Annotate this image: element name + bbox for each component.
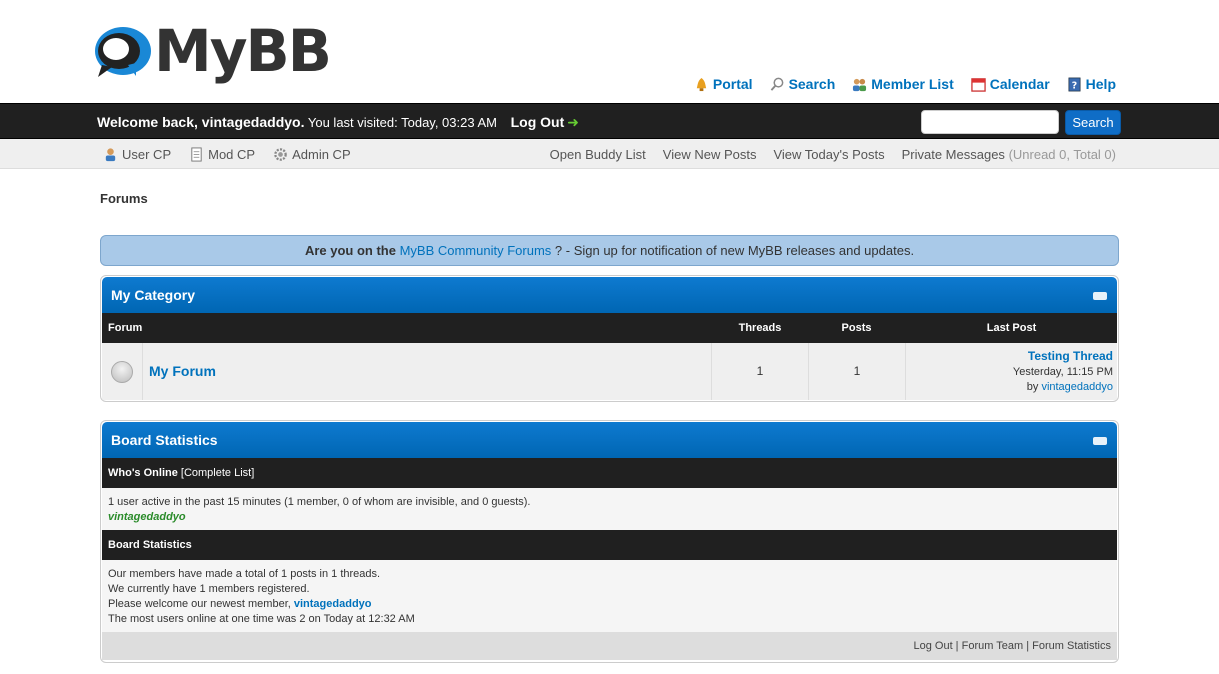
category-title[interactable]: My Category xyxy=(111,287,195,303)
last-visited: You last visited: Today, 03:23 AM xyxy=(307,115,497,130)
last-post-author[interactable]: vintagedaddyo xyxy=(1041,381,1113,393)
forum-name-cell: My Forum xyxy=(142,343,711,400)
col-posts: Posts xyxy=(841,322,872,334)
board-stats-subheader: Board Statistics xyxy=(102,530,1117,560)
quick-links: Open Buddy List View New Posts View Toda… xyxy=(550,147,1116,162)
search-icon xyxy=(770,77,783,91)
menu-portal-label: Portal xyxy=(712,76,753,92)
header: MyBB Portal Search Member List Calendar … xyxy=(0,0,1219,103)
col-threads: Threads xyxy=(738,322,782,334)
menu-calendar[interactable]: Calendar xyxy=(971,76,1050,92)
user-icon xyxy=(105,148,116,162)
stats-line-record: The most users online at one time was 2 … xyxy=(108,613,415,625)
menu-member-list-label: Member List xyxy=(871,76,954,92)
cp-links: User CP Mod CP Admin CP xyxy=(103,147,351,162)
category-header: My Category xyxy=(102,277,1117,313)
logout-label: Log Out xyxy=(510,114,565,130)
stats-title: Board Statistics xyxy=(111,432,218,448)
notice-suffix: ? - Sign up for notification of new MyBB… xyxy=(554,243,915,258)
footer-logout-link[interactable]: Log Out xyxy=(913,640,952,652)
complete-list-link[interactable]: [Complete List] xyxy=(181,467,254,479)
secondary-nav: User CP Mod CP Admin CP Open Buddy List … xyxy=(0,139,1219,169)
whos-online-header: Who's Online [Complete List] xyxy=(102,458,1117,488)
gear-icon xyxy=(274,148,287,161)
notice-link[interactable]: MyBB Community Forums xyxy=(400,243,552,258)
newest-member-link[interactable]: vintagedaddyo xyxy=(294,598,372,610)
stats-line-posts: Our members have made a total of 1 posts… xyxy=(108,568,381,580)
svg-text:?: ? xyxy=(1071,80,1076,91)
pm-counts: (Unread 0, Total 0) xyxy=(1008,147,1116,162)
mod-cp-label: Mod CP xyxy=(208,147,256,162)
logo-icon xyxy=(92,21,152,81)
top-menu: Portal Search Member List Calendar ? Hel… xyxy=(694,76,1116,92)
forum-status-icon xyxy=(111,360,133,383)
collapse-icon[interactable] xyxy=(1093,292,1107,300)
open-buddy-list-link[interactable]: Open Buddy List xyxy=(550,147,646,162)
search-input[interactable] xyxy=(921,110,1059,134)
stats-header: Board Statistics xyxy=(102,422,1117,458)
arrow-right-icon: ➜ xyxy=(567,114,579,130)
last-post-by: by xyxy=(1026,381,1039,393)
posts-count: 1 xyxy=(808,343,905,400)
collapse-icon[interactable] xyxy=(1093,437,1107,445)
notice-prefix: Are you on the xyxy=(304,243,396,258)
welcome-text: Welcome back, vintagedaddyo. You last vi… xyxy=(97,114,579,131)
forum-name-link[interactable]: My Forum xyxy=(149,363,216,379)
stats-line-members: We currently have 1 members registered. xyxy=(108,583,310,595)
last-post-cell: Testing Thread Yesterday, 11:15 PM by vi… xyxy=(905,343,1118,400)
breadcrumb[interactable]: Forums xyxy=(100,191,148,206)
menu-search-label: Search xyxy=(788,76,836,92)
user-cp-link[interactable]: User CP xyxy=(103,147,171,162)
notice-banner: Are you on the MyBB Community Forums ? -… xyxy=(100,235,1119,266)
menu-member-list[interactable]: Member List xyxy=(852,76,954,92)
logo[interactable]: MyBB xyxy=(92,16,332,86)
online-summary: 1 user active in the past 15 minutes (1 … xyxy=(108,496,531,508)
mod-cp-link[interactable]: Mod CP xyxy=(189,147,255,162)
menu-help[interactable]: ? Help xyxy=(1067,76,1116,92)
stats-line-newest: Please welcome our newest member, xyxy=(108,598,291,610)
whos-online-body: 1 user active in the past 15 minutes (1 … xyxy=(102,488,1117,530)
menu-help-label: Help xyxy=(1085,76,1116,92)
logout-link[interactable]: Log Out ➜ xyxy=(511,114,579,130)
view-new-posts-link[interactable]: View New Posts xyxy=(663,147,757,162)
admin-cp-label: Admin CP xyxy=(292,147,351,162)
menu-calendar-label: Calendar xyxy=(989,76,1050,92)
pm-label: Private Messages xyxy=(901,147,1005,162)
forum-status-cell xyxy=(102,343,142,400)
last-post-time: Yesterday, 11:15 PM xyxy=(1012,366,1113,378)
board-stats-body: Our members have made a total of 1 posts… xyxy=(102,560,1117,632)
threads-count: 1 xyxy=(711,343,808,400)
menu-portal[interactable]: Portal xyxy=(694,76,753,92)
logo-text: MyBB xyxy=(154,17,332,85)
table-row: My Forum 1 1 Testing Thread Yesterday, 1… xyxy=(102,343,1117,400)
footer-forum-statistics-link[interactable]: Forum Statistics xyxy=(1032,640,1111,652)
stats-footer: Log Out | Forum Team | Forum Statistics xyxy=(102,632,1117,660)
col-forum: Forum xyxy=(108,322,143,334)
whos-online-label: Who's Online xyxy=(108,467,178,479)
user-panel: Welcome back, vintagedaddyo. You last vi… xyxy=(0,103,1219,139)
category-columns: Forum Threads Posts Last Post xyxy=(102,313,1117,343)
members-icon xyxy=(853,78,867,91)
portal-icon xyxy=(696,77,707,91)
col-last-post: Last Post xyxy=(986,322,1037,334)
calendar-icon xyxy=(971,77,986,92)
online-user-link[interactable]: vintagedaddyo xyxy=(108,511,186,523)
help-icon: ? xyxy=(1068,77,1081,91)
view-todays-posts-link[interactable]: View Today's Posts xyxy=(773,147,884,162)
document-icon xyxy=(191,147,202,162)
search-button[interactable]: Search xyxy=(1065,110,1121,135)
category-table: My Category Forum Threads Posts Last Pos… xyxy=(100,275,1119,402)
welcome-message: Welcome back, vintagedaddyo. xyxy=(97,114,305,130)
admin-cp-link[interactable]: Admin CP xyxy=(273,147,351,162)
menu-search[interactable]: Search xyxy=(770,76,836,92)
private-messages-link[interactable]: Private Messages (Unread 0, Total 0) xyxy=(902,147,1116,162)
board-statistics-table: Board Statistics Who's Online [Complete … xyxy=(100,420,1119,663)
last-post-title[interactable]: Testing Thread xyxy=(1028,349,1113,363)
footer-forum-team-link[interactable]: Forum Team xyxy=(962,640,1024,652)
user-cp-label: User CP xyxy=(122,147,172,162)
